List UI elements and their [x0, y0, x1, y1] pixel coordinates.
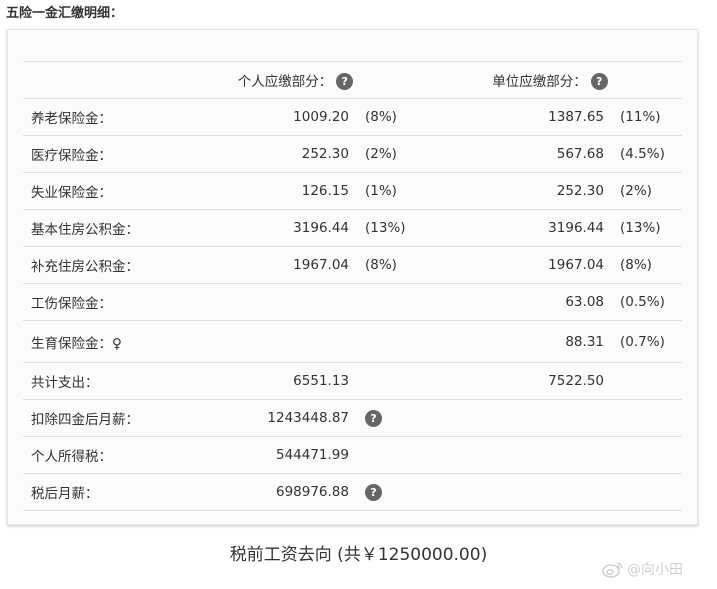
table-header: 个人应缴部分：? 单位应缴部分：?: [23, 61, 682, 99]
row-label: 医疗保险金：: [23, 135, 173, 173]
header-company: 单位应缴部分：?: [418, 61, 682, 99]
net-after-funds-value: 1243448.87: [173, 399, 363, 437]
row-label: 失业保险金：: [23, 172, 173, 210]
personal-rate: (13%): [363, 209, 418, 247]
row-label: 基本住房公积金：: [23, 209, 173, 247]
help-icon[interactable]: ?: [336, 73, 354, 91]
personal-amount: 1009.20: [173, 98, 363, 136]
company-amount: 88.31: [418, 320, 618, 363]
total-personal: 6551.13: [173, 362, 363, 400]
table-row: 生育保险金：♀ 88.31 (0.7%): [23, 320, 682, 363]
total-row: 共计支出： 6551.13 7522.50: [23, 362, 682, 400]
company-rate: (4.5%): [618, 135, 682, 173]
total-label: 共计支出：: [23, 362, 173, 400]
row-label: 工伤保险金：: [23, 283, 173, 321]
net-after-funds-row: 扣除四金后月薪： 1243448.87 ?: [23, 399, 682, 437]
table-row: 失业保险金： 126.15 (1%) 252.30 (2%): [23, 172, 682, 210]
company-rate: (8%): [618, 246, 682, 284]
table-row: 工伤保险金： 63.08 (0.5%): [23, 283, 682, 321]
after-tax-row: 税后月薪： 698976.88 ?: [23, 473, 682, 511]
table-row: 基本住房公积金： 3196.44 (13%) 3196.44 (13%): [23, 209, 682, 247]
company-rate: (2%): [618, 172, 682, 210]
personal-rate: [363, 283, 418, 321]
company-amount: 3196.44: [418, 209, 618, 247]
company-rate: (0.7%): [618, 320, 682, 363]
company-rate: (11%): [618, 98, 682, 136]
total-company: 7522.50: [418, 362, 618, 400]
header-personal-label: 个人应缴部分：: [237, 73, 333, 90]
personal-rate: (8%): [363, 246, 418, 284]
net-after-funds-label: 扣除四金后月薪：: [23, 399, 173, 437]
header-personal: 个人应缴部分：?: [173, 61, 418, 99]
header-spacer: [23, 61, 173, 99]
personal-amount: [173, 283, 363, 321]
income-tax-label: 个人所得税：: [23, 436, 173, 474]
company-rate: (13%): [618, 209, 682, 247]
company-amount: 1387.65: [418, 98, 618, 136]
personal-rate: (8%): [363, 98, 418, 136]
table-row: 医疗保险金： 252.30 (2%) 567.68 (4.5%): [23, 135, 682, 173]
page-title: 五险一金汇缴明细：: [6, 6, 124, 21]
table-row: 补充住房公积金： 1967.04 (8%) 1967.04 (8%): [23, 246, 682, 284]
breakdown-card: 个人应缴部分：? 单位应缴部分：? 养老保险金： 1009.20 (8%) 13…: [7, 29, 698, 525]
help-icon[interactable]: ?: [365, 409, 382, 427]
company-amount: 63.08: [418, 283, 618, 321]
header-company-label: 单位应缴部分：: [492, 73, 587, 90]
personal-amount: [173, 320, 363, 363]
personal-rate: (2%): [363, 135, 418, 173]
company-rate: (0.5%): [618, 283, 682, 321]
personal-amount: 1967.04: [173, 246, 363, 284]
personal-rate: (1%): [363, 172, 418, 210]
company-amount: 252.30: [418, 172, 618, 210]
help-icon[interactable]: ?: [590, 73, 608, 91]
row-label: 生育保险金：♀: [23, 320, 173, 363]
row-label: 补充住房公积金：: [23, 246, 173, 284]
watermark-text: @向小田: [627, 562, 683, 578]
row-label: 养老保险金：: [23, 98, 173, 136]
help-icon[interactable]: ?: [365, 483, 382, 501]
company-amount: 1967.04: [418, 246, 618, 284]
company-amount: 567.68: [418, 135, 618, 173]
income-tax-row: 个人所得税： 544471.99: [23, 436, 682, 474]
after-tax-value: 698976.88: [173, 473, 363, 511]
after-tax-label: 税后月薪：: [23, 473, 173, 511]
income-tax-value: 544471.99: [173, 436, 363, 474]
personal-amount: 252.30: [173, 135, 363, 173]
personal-amount: 3196.44: [173, 209, 363, 247]
breakdown-table: 个人应缴部分：? 单位应缴部分：? 养老保险金： 1009.20 (8%) 13…: [23, 61, 682, 511]
weibo-icon: [602, 560, 624, 578]
personal-amount: 126.15: [173, 172, 363, 210]
watermark: @向小田: [602, 559, 683, 579]
personal-rate: [363, 320, 418, 363]
table-row: 养老保险金： 1009.20 (8%) 1387.65 (11%): [23, 98, 682, 136]
